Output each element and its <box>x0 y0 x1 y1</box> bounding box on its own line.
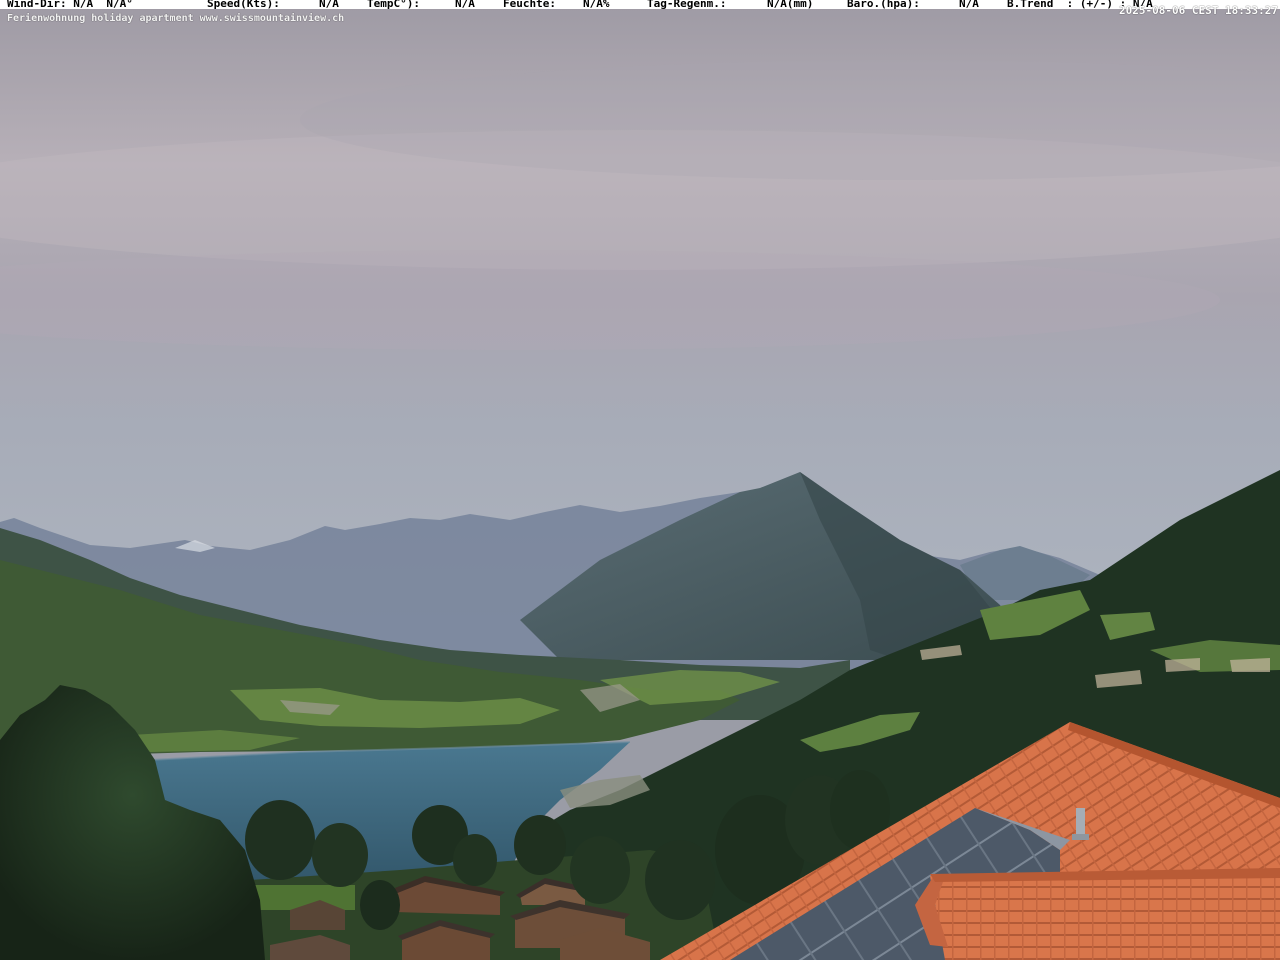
rainfall-label: Tag-Regenm.: <box>647 0 727 10</box>
capture-timestamp: 2025-08-06 CEST 18:33:27 <box>1119 4 1278 17</box>
rainfall-value: N/A(mm) <box>767 0 814 10</box>
barometer-value: N/A <box>959 0 979 10</box>
webcam-frame: Wind-Dir: N/A N/A° Speed(Kts): N/A TempC… <box>0 0 1280 960</box>
wind-direction-readout: Wind-Dir: N/A N/A° <box>7 0 133 10</box>
temperature-value: N/A <box>455 0 475 10</box>
webcam-scene <box>0 0 1280 960</box>
humidity-value: N/A% <box>583 0 610 10</box>
wind-speed-value: N/A <box>319 0 339 10</box>
front-roof <box>915 868 1280 960</box>
weather-overlay-bar: Wind-Dir: N/A N/A° Speed(Kts): N/A TempC… <box>0 0 1280 10</box>
roof-vent-pipe <box>1076 808 1085 836</box>
temperature-label: TempC°): <box>367 0 420 10</box>
wind-speed-label: Speed(Kts): <box>207 0 280 10</box>
barometer-label: Baro.(hpa): <box>847 0 920 10</box>
webcam-caption: Ferienwohnung holiday apartment www.swis… <box>7 13 345 24</box>
humidity-label: Feuchte: <box>503 0 556 10</box>
